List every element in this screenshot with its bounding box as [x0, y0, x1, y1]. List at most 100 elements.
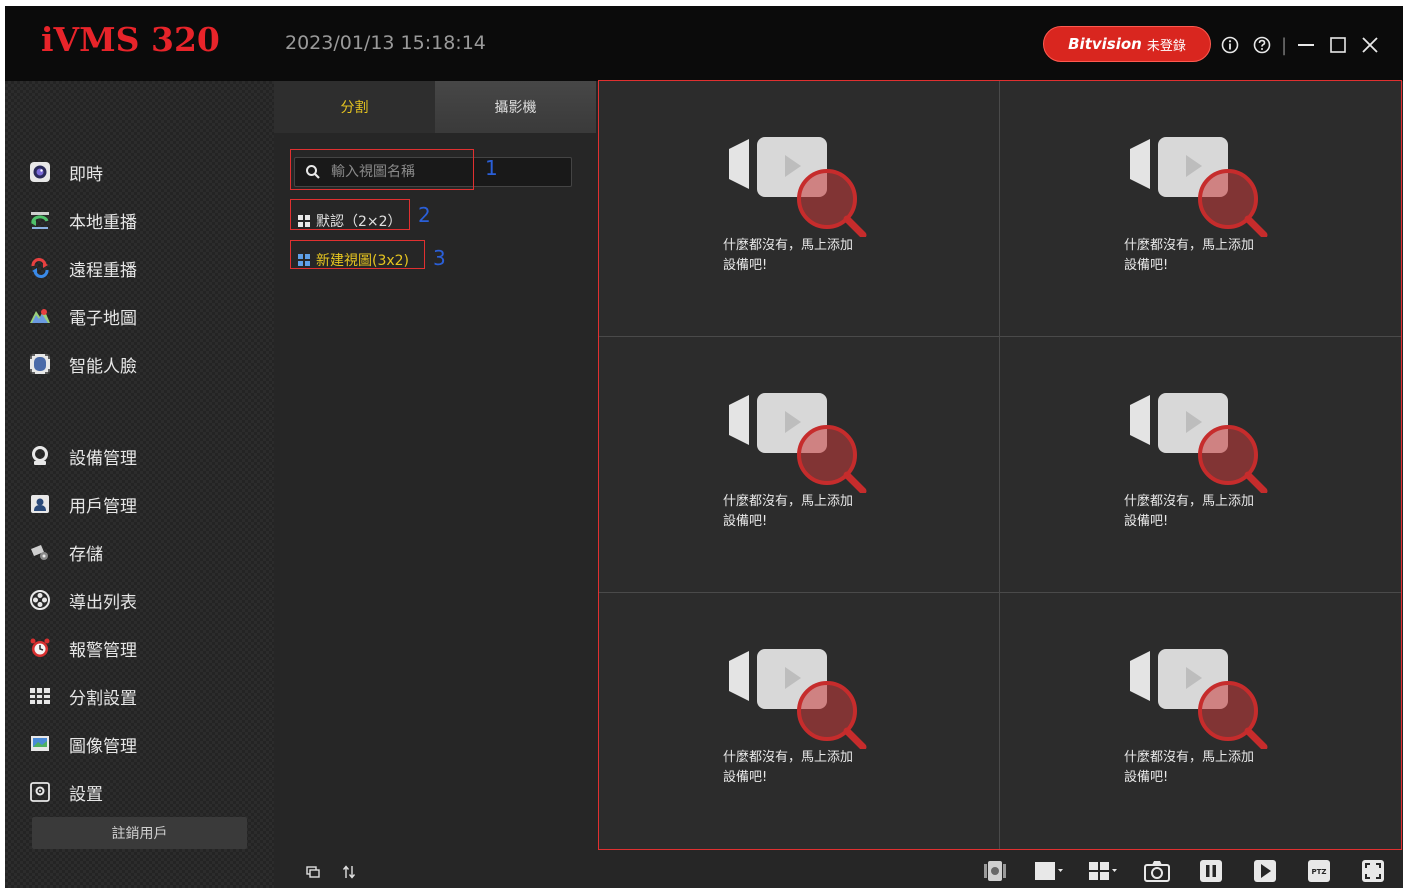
sidebar-item-label: 智能人臉 [69, 356, 137, 377]
info-icon[interactable] [1217, 32, 1243, 58]
help-icon[interactable] [1249, 32, 1275, 58]
playback-toolbar: PTZ [968, 856, 1400, 886]
user-management-icon [29, 493, 51, 515]
video-grid: 什麼都沒有，馬上添加 設備吧! 什麼都沒有，馬上添加 設備吧! 什麼都沒有，馬上添加 設備… [599, 81, 1401, 849]
empty-cell-message: 什麼都沒有，馬上添加 設備吧! [723, 236, 923, 276]
video-cell[interactable]: 什麼都沒有，馬上添加 設備吧! [599, 337, 1000, 593]
split-layout-dropdown-icon[interactable] [1076, 856, 1130, 886]
brand-name: Bitvision [1068, 35, 1142, 53]
ptz-label: PTZ [1312, 868, 1327, 876]
window-icon[interactable] [304, 863, 322, 881]
tab-camera[interactable]: 攝影機 [435, 81, 596, 133]
remote-playback-icon [29, 257, 51, 279]
sidebar-item-label: 用戶管理 [69, 496, 137, 517]
video-grid-area: 什麼都沒有，馬上添加 設備吧! 什麼都沒有，馬上添加 設備吧! 什麼都沒有，馬上添加 設備… [598, 80, 1402, 850]
sidebar-item-label: 即時 [69, 164, 103, 185]
video-cell[interactable]: 什麼都沒有，馬上添加 設備吧! [1000, 81, 1401, 337]
sort-icon[interactable] [340, 863, 358, 881]
separator: | [1281, 34, 1288, 56]
empty-cell-message-line1: 什麼都沒有，馬上添加 [1124, 750, 1255, 765]
empty-cell-message: 什麼都沒有，馬上添加 設備吧! [1124, 236, 1324, 276]
no-device-camera-icon [1130, 649, 1268, 749]
empty-cell-message-line2: 設備吧! [723, 770, 768, 785]
sidebar-item-label: 圖像管理 [69, 736, 137, 757]
ptz-icon[interactable]: PTZ [1292, 856, 1346, 886]
empty-cell-message: 什麼都沒有，馬上添加 設備吧! [1124, 492, 1324, 532]
face-recognition-icon [29, 353, 51, 375]
sequence-icon[interactable] [968, 856, 1022, 886]
video-cell[interactable]: 什麼都沒有，馬上添加 設備吧! [599, 81, 1000, 337]
app-window: iVMS 320 2023/01/13 15:18:14 Bitvision 未… [5, 6, 1403, 888]
empty-cell-message-line2: 設備吧! [723, 514, 768, 529]
datetime-display: 2023/01/13 15:18:14 [285, 32, 486, 54]
grid-view-icon [298, 215, 310, 227]
search-icon[interactable] [295, 164, 331, 180]
device-management-icon [29, 445, 51, 467]
close-icon[interactable] [1357, 32, 1383, 58]
minimize-icon[interactable] [1293, 32, 1319, 58]
view-item-default[interactable]: 默認（2×2） [298, 209, 402, 233]
sidebar-item-remote-playback[interactable]: 遠程重播 [29, 253, 137, 283]
sidebar-item-device-management[interactable]: 設備管理 [29, 441, 137, 471]
no-device-camera-icon [729, 649, 867, 749]
empty-cell-message: 什麼都沒有，馬上添加 設備吧! [1124, 748, 1324, 788]
export-list-icon [29, 589, 51, 611]
sidebar-item-image-management[interactable]: 圖像管理 [29, 729, 137, 759]
play-icon[interactable] [1238, 856, 1292, 886]
empty-cell-message: 什麼都沒有，馬上添加 設備吧! [723, 748, 923, 788]
empty-cell-message-line1: 什麼都沒有，馬上添加 [723, 238, 854, 253]
window-controls: | [1217, 30, 1383, 60]
empty-cell-message: 什麼都沒有，馬上添加 設備吧! [723, 492, 923, 532]
search-box [294, 157, 572, 187]
live-view-icon [29, 161, 51, 183]
video-cell[interactable]: 什麼都沒有，馬上添加 設備吧! [1000, 593, 1401, 849]
sidebar-item-export-list[interactable]: 導出列表 [29, 585, 137, 615]
empty-cell-message-line2: 設備吧! [1124, 514, 1169, 529]
view-item-new-3x2[interactable]: 新建視圖(3x2) [298, 248, 409, 272]
pause-icon[interactable] [1184, 856, 1238, 886]
empty-cell-message-line1: 什麼都沒有，馬上添加 [1124, 494, 1255, 509]
sidebar-item-user-management[interactable]: 用戶管理 [29, 489, 137, 519]
annotation-label-1: 1 [485, 156, 498, 180]
sidebar-item-label: 導出列表 [69, 592, 137, 613]
empty-cell-message-line2: 設備吧! [723, 258, 768, 273]
alarm-icon [29, 637, 51, 659]
single-view-dropdown-icon[interactable] [1022, 856, 1076, 886]
sidebar-item-local-playback[interactable]: 本地重播 [29, 205, 137, 235]
empty-cell-message-line1: 什麼都沒有，馬上添加 [723, 750, 854, 765]
view-item-label: 默認（2×2） [316, 214, 402, 230]
video-cell[interactable]: 什麼都沒有，馬上添加 設備吧! [1000, 337, 1401, 593]
sidebar-item-settings[interactable]: 設置 [29, 777, 103, 807]
local-playback-icon [29, 209, 51, 231]
sidebar-item-alarm[interactable]: 報警管理 [29, 633, 137, 663]
sidebar-item-storage[interactable]: 存儲 [29, 537, 103, 567]
sidebar-item-label: 分割設置 [69, 688, 137, 709]
fullscreen-icon[interactable] [1346, 856, 1400, 886]
snapshot-icon[interactable] [1130, 856, 1184, 886]
logout-button[interactable]: 註銷用戶 [32, 817, 247, 849]
no-device-camera-icon [1130, 393, 1268, 493]
search-input[interactable] [331, 164, 571, 180]
sidebar-item-emap[interactable]: 電子地圖 [29, 301, 137, 331]
sidebar-item-label: 本地重播 [69, 212, 137, 233]
tab-split[interactable]: 分割 [274, 81, 435, 133]
login-status: 未登錄 [1146, 38, 1186, 54]
account-login-button[interactable]: Bitvision 未登錄 [1043, 26, 1211, 62]
video-cell[interactable]: 什麼都沒有，馬上添加 設備吧! [599, 593, 1000, 849]
settings-icon [29, 781, 51, 803]
annotation-label-2: 2 [418, 203, 431, 227]
sidebar: 即時 本地重播 遠程重播 電子地圖 智能人臉 設備管理 用戶管理 存儲 導出列表… [5, 81, 274, 888]
sidebar-item-face[interactable]: 智能人臉 [29, 349, 137, 379]
sidebar-item-live[interactable]: 即時 [29, 157, 103, 187]
view-panel: 分割 攝影機 默認（2×2） 新建視圖(3x2) [274, 81, 596, 888]
empty-cell-message-line2: 設備吧! [1124, 770, 1169, 785]
image-management-icon [29, 733, 51, 755]
panel-tabs: 分割 攝影機 [274, 81, 596, 133]
sidebar-item-label: 設備管理 [69, 448, 137, 469]
sidebar-item-split-settings[interactable]: 分割設置 [29, 681, 137, 711]
storage-icon [29, 541, 51, 563]
sidebar-item-label: 電子地圖 [69, 308, 137, 329]
panel-bottom-tools [304, 863, 358, 881]
maximize-icon[interactable] [1325, 32, 1351, 58]
sidebar-item-label: 報警管理 [69, 640, 137, 661]
